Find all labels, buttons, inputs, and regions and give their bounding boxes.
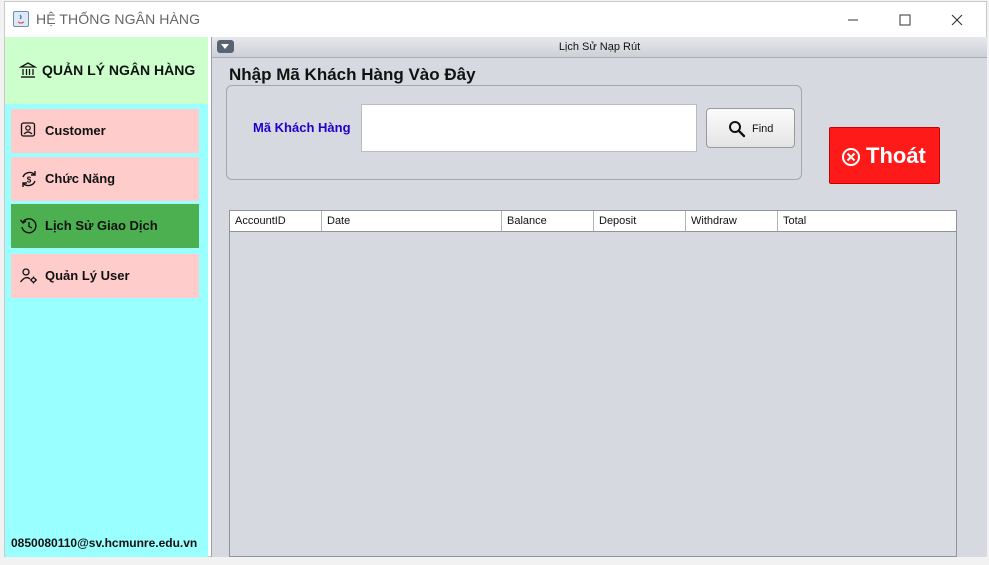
java-app-icon	[13, 11, 29, 27]
app-window: HỆ THỐNG NGÂN HÀNG QUẢN LÝ NGÂN HÀNG Cus…	[4, 1, 987, 557]
customer-id-label: Mã Khách Hàng	[253, 120, 351, 135]
minimize-button[interactable]	[827, 2, 879, 37]
table-header: AccountID Date Balance Deposit Withdraw …	[230, 211, 956, 232]
sidebar-item-lich-su-giao-dich[interactable]: Lịch Sử Giao Dịch	[11, 204, 199, 248]
sidebar-item-label: Quản Lý User	[45, 268, 130, 283]
sidebar-item-quan-ly-user[interactable]: Quản Lý User	[11, 254, 199, 298]
user-settings-icon	[19, 266, 39, 291]
find-button[interactable]: Find	[706, 108, 795, 148]
column-header-date[interactable]: Date	[322, 211, 502, 231]
sidebar-item-label: Customer	[45, 123, 106, 138]
customer-id-input[interactable]	[361, 104, 697, 152]
panel-header: Lịch Sử Nạp Rút	[212, 37, 987, 58]
search-icon	[728, 120, 746, 141]
history-icon	[19, 216, 39, 241]
close-icon	[951, 14, 963, 25]
sidebar-brand-label: QUẢN LÝ NGÂN HÀNG	[42, 62, 196, 78]
money-exchange-icon: $	[19, 169, 39, 194]
sidebar-item-label: Chức Năng	[45, 171, 116, 186]
close-circle-icon	[841, 147, 861, 170]
find-button-label: Find	[752, 123, 774, 135]
maximize-icon	[899, 14, 911, 25]
exit-button-label: Thoát	[866, 143, 926, 168]
search-group: Mã Khách Hàng Find	[226, 85, 802, 180]
transaction-history-panel: Lịch Sử Nạp Rút Nhập Mã Khách Hàng Vào Đ…	[211, 37, 987, 557]
sidebar-item-label: Lịch Sử Giao Dịch	[45, 218, 158, 233]
maximize-button[interactable]	[879, 2, 931, 37]
title-bar: HỆ THỐNG NGÂN HÀNG	[5, 2, 986, 37]
bank-icon	[18, 61, 38, 84]
section-title: Nhập Mã Khách Hàng Vào Đây	[229, 65, 476, 84]
sidebar-brand: QUẢN LÝ NGÂN HÀNG	[5, 37, 208, 104]
window-title: HỆ THỐNG NGÂN HÀNG	[36, 11, 201, 27]
column-header-total[interactable]: Total	[778, 211, 956, 231]
close-button[interactable]	[931, 2, 983, 37]
sidebar-item-customer[interactable]: Customer	[11, 109, 199, 153]
svg-text:$: $	[27, 176, 32, 185]
minimize-icon	[848, 19, 858, 20]
column-header-withdraw[interactable]: Withdraw	[686, 211, 778, 231]
column-header-deposit[interactable]: Deposit	[594, 211, 686, 231]
user-badge-icon	[19, 121, 37, 144]
column-header-balance[interactable]: Balance	[502, 211, 594, 231]
sidebar-item-chuc-nang[interactable]: $ Chức Năng	[11, 157, 199, 201]
panel-title: Lịch Sử Nạp Rút	[558, 41, 641, 53]
sidebar: QUẢN LÝ NGÂN HÀNG Customer $ Chức Năng L…	[5, 37, 208, 557]
footer-email: 0850080110@sv.hcmunre.edu.vn	[11, 536, 198, 550]
column-header-accountid[interactable]: AccountID	[230, 211, 322, 231]
transaction-table: AccountID Date Balance Deposit Withdraw …	[229, 210, 957, 557]
exit-button[interactable]: Thoát	[829, 127, 940, 184]
